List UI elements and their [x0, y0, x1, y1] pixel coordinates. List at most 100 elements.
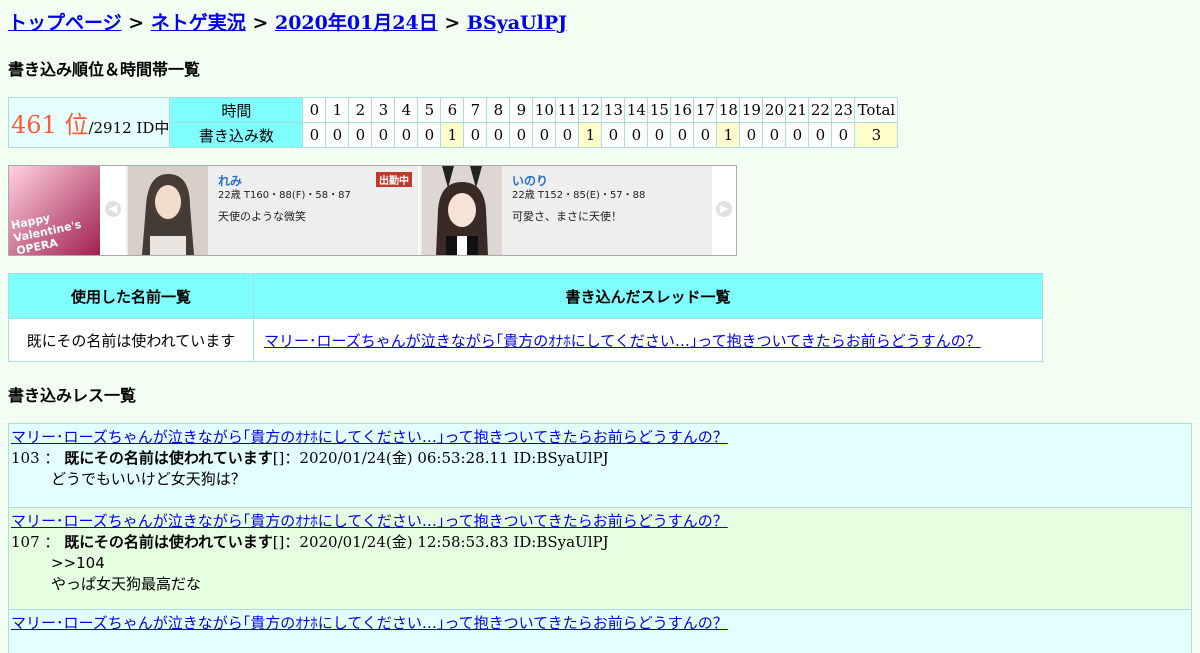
- post-item: マリー･ローズちゃんが泣きながら｢貴方のｵﾅﾎにしてください…｣って抱きついてき…: [8, 507, 1192, 609]
- post-meta: 103 ： 既にその名前は使われています[]：2020/01/24(金) 06:…: [11, 448, 1189, 469]
- hour-header: 22: [808, 97, 833, 123]
- breadcrumb-top-link[interactable]: トップページ: [8, 12, 122, 34]
- post-reply-anchor: >>104: [51, 554, 105, 572]
- hour-count: 0: [486, 122, 511, 148]
- hour-header: 3: [371, 97, 396, 123]
- profile-photo: [128, 166, 208, 255]
- hour-count: 0: [417, 122, 442, 148]
- hour-count: 0: [532, 122, 557, 148]
- hour-count: 0: [302, 122, 327, 148]
- profile-photo: [422, 166, 502, 255]
- hour-header: 8: [486, 97, 511, 123]
- total-count: 3: [854, 122, 899, 148]
- breadcrumb-id-link[interactable]: BSyaUlPJ: [467, 12, 567, 34]
- thread-cell: マリー･ローズちゃんが泣きながら｢貴方のｵﾅﾎにしてください…｣って抱きついてき…: [253, 318, 1043, 362]
- hour-count: 0: [785, 122, 810, 148]
- hour-header: 13: [601, 97, 626, 123]
- used-name: 既にその名前は使われています: [8, 318, 254, 362]
- hour-count: 1: [578, 122, 603, 148]
- hour-header: 17: [693, 97, 718, 123]
- breadcrumb-separator: >: [128, 12, 145, 34]
- hours-row-label: 時間: [169, 97, 304, 123]
- post-thread-link[interactable]: マリー･ローズちゃんが泣きながら｢貴方のｵﾅﾎにしてください…｣って抱きついてき…: [11, 614, 728, 632]
- breadcrumb-board-link[interactable]: ネトゲ実況: [151, 12, 246, 34]
- hour-count: 1: [440, 122, 465, 148]
- posts-heading: 書き込みレス一覧: [8, 386, 137, 405]
- breadcrumb-date-link[interactable]: 2020年01月24日: [275, 12, 438, 34]
- ad-banner[interactable]: Happy Valentine's OPERA ◀ れみ 出勤中 22歳 T16…: [8, 165, 737, 258]
- hour-count: 0: [371, 122, 396, 148]
- post-item: マリー･ローズちゃんが泣きながら｢貴方のｵﾅﾎにしてください…｣って抱きついてき…: [8, 423, 1192, 507]
- post-body-line: やっぱ女天狗最高だな: [51, 575, 202, 593]
- hour-header: 7: [463, 97, 488, 123]
- profile-description: 天使のような微笑: [218, 210, 306, 223]
- chevron-right-icon: ▶: [716, 201, 732, 217]
- rank-cell: 461 位/2912 ID中: [7, 97, 171, 148]
- hour-header: 23: [831, 97, 856, 123]
- hour-header: 20: [762, 97, 787, 123]
- post-body-line: どうでもいいけど女天狗は？: [51, 470, 246, 488]
- hour-header: 1: [325, 97, 350, 123]
- carousel-prev-button[interactable]: ◀: [101, 166, 125, 255]
- chevron-left-icon: ◀: [105, 201, 121, 217]
- breadcrumb-separator: >: [444, 12, 461, 34]
- hour-header: 4: [394, 97, 419, 123]
- profile-description: 可愛さ、まさに天使！: [512, 210, 622, 223]
- hour-count: 0: [509, 122, 534, 148]
- post-thread-link[interactable]: マリー･ローズちゃんが泣きながら｢貴方のｵﾅﾎにしてください…｣って抱きついてき…: [11, 428, 728, 446]
- names-header: 使用した名前一覧: [8, 273, 254, 319]
- hour-header: 0: [302, 97, 327, 123]
- hour-header: 18: [716, 97, 741, 123]
- hour-count: 0: [693, 122, 718, 148]
- hour-header: 19: [739, 97, 764, 123]
- total-header: Total: [854, 97, 899, 123]
- profile-card[interactable]: いのり 22歳 T152・85(E)・57・88 可愛さ、まさに天使！: [420, 166, 712, 255]
- hour-count: 0: [831, 122, 856, 148]
- hour-count: 0: [325, 122, 350, 148]
- hour-header: 6: [440, 97, 465, 123]
- hour-header: 9: [509, 97, 534, 123]
- profile-card[interactable]: れみ 出勤中 22歳 T160・88(F)・58・87 天使のような微笑: [126, 166, 418, 255]
- post-item: マリー･ローズちゃんが泣きながら｢貴方のｵﾅﾎにしてください…｣って抱きついてき…: [8, 609, 1192, 653]
- thread-link[interactable]: マリー･ローズちゃんが泣きながら｢貴方のｵﾅﾎにしてください…｣って抱きついてき…: [264, 332, 981, 350]
- carousel-next-button[interactable]: ▶: [712, 166, 736, 255]
- count-row-label: 書き込み数: [169, 122, 304, 148]
- on-duty-badge: 出勤中: [376, 172, 412, 187]
- hour-header: 16: [670, 97, 695, 123]
- breadcrumb: トップページ > ネトゲ実況 > 2020年01月24日 > BSyaUlPJ: [8, 8, 567, 35]
- hour-header: 15: [647, 97, 672, 123]
- post-author: 既にその名前は使われています: [64, 533, 273, 551]
- profile-stats: 22歳 T152・85(E)・57・88: [512, 190, 646, 201]
- hour-count: 0: [808, 122, 833, 148]
- post-list: マリー･ローズちゃんが泣きながら｢貴方のｵﾅﾎにしてください…｣って抱きついてき…: [8, 423, 1192, 653]
- breadcrumb-separator: >: [252, 12, 269, 34]
- hour-header: 5: [417, 97, 442, 123]
- rank-value: 461 位: [11, 111, 89, 139]
- rank-heading: 書き込み順位＆時間帯一覧: [8, 60, 201, 79]
- post-author: 既にその名前は使われています: [64, 449, 273, 467]
- hourly-post-table: 461 位/2912 ID中 時間 0 1 2 3 4 5 6 7 8 9 10…: [7, 97, 899, 148]
- hour-count: 0: [555, 122, 580, 148]
- hour-header: 11: [555, 97, 580, 123]
- post-thread-link[interactable]: マリー･ローズちゃんが泣きながら｢貴方のｵﾅﾎにしてください…｣って抱きついてき…: [11, 512, 728, 530]
- hour-count: 0: [647, 122, 672, 148]
- hour-header: 2: [348, 97, 373, 123]
- hour-count: 0: [762, 122, 787, 148]
- rank-of-total: /2912 ID中: [88, 119, 170, 137]
- post-number: 107 ：: [11, 533, 60, 551]
- hour-count: 0: [624, 122, 649, 148]
- hour-header: 21: [785, 97, 810, 123]
- ad-image[interactable]: Happy Valentine's OPERA: [9, 166, 100, 258]
- threads-header: 書き込んだスレッド一覧: [253, 273, 1043, 319]
- post-number: 103 ：: [11, 449, 60, 467]
- hour-header: 12: [578, 97, 603, 123]
- hour-count: 0: [670, 122, 695, 148]
- hour-count: 0: [739, 122, 764, 148]
- hour-count: 0: [394, 122, 419, 148]
- hour-header: 14: [624, 97, 649, 123]
- post-timestamp-id: []：2020/01/24(金) 12:58:53.83 ID:BSyaUlPJ: [272, 533, 609, 551]
- names-threads-table: 使用した名前一覧 書き込んだスレッド一覧 既にその名前は使われています マリー･…: [8, 273, 1043, 362]
- hour-count: 0: [463, 122, 488, 148]
- ad-image-text: Happy Valentine's OPERA: [9, 211, 83, 258]
- post-meta: 107 ： 既にその名前は使われています[]：2020/01/24(金) 12:…: [11, 532, 1189, 553]
